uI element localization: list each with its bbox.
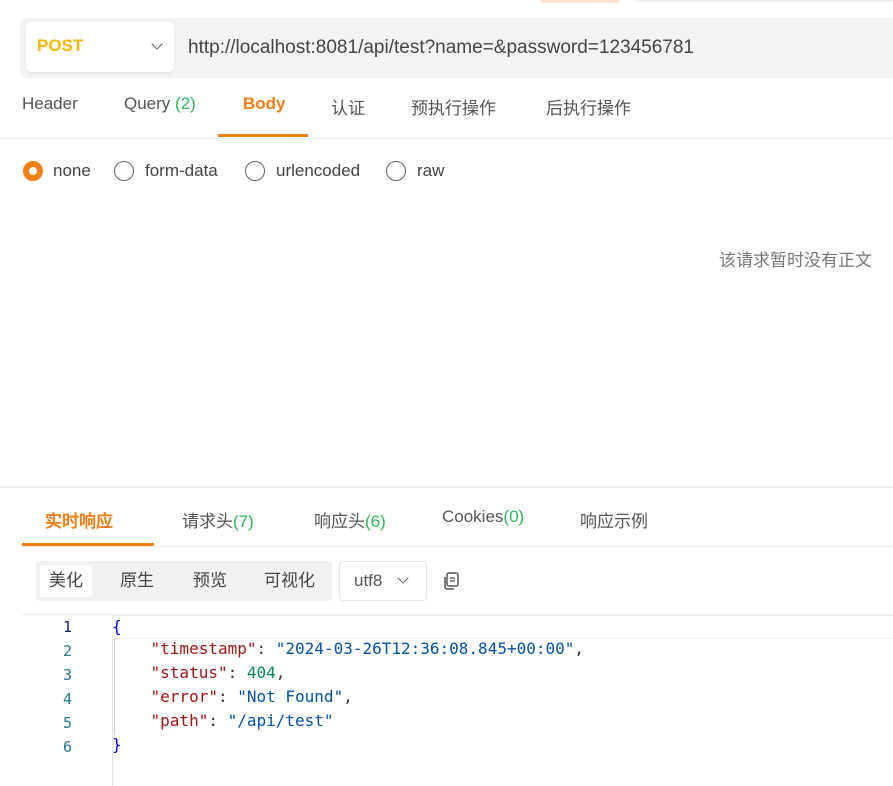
radio-form-data-label[interactable]: form-data: [145, 161, 218, 181]
tab-query[interactable]: Query (2): [124, 94, 196, 114]
top-decoration: [540, 0, 620, 3]
method-label: POST: [37, 36, 84, 55]
tab-cookies-label: Cookies: [442, 507, 504, 526]
json-key: "status": [150, 663, 228, 682]
url-input[interactable]: http://localhost:8081/api/test?name=&pas…: [188, 37, 694, 59]
encoding-label: utf8: [354, 571, 383, 590]
json-value: "/api/test": [227, 711, 334, 730]
format-preview-button[interactable]: 预览: [184, 565, 236, 597]
tab-header[interactable]: Header: [22, 94, 78, 114]
response-code-viewer[interactable]: 1 2 3 4 5 6 { "timestamp": "2024-03-26T1…: [22, 615, 893, 786]
tab-pre-script[interactable]: 预执行操作: [411, 94, 496, 119]
top-decoration-line: [636, 0, 893, 2]
line-number: 5: [62, 714, 72, 732]
line-number: 2: [62, 642, 72, 660]
tab-body[interactable]: Body: [243, 94, 286, 114]
response-tabs: 实时响应 请求头(7) 响应头(6) Cookies(0) 响应示例: [22, 488, 893, 547]
json-key: "error": [150, 687, 218, 706]
format-toggle-group: 美化 原生 预览 可视化: [36, 561, 332, 601]
radio-urlencoded-label[interactable]: urlencoded: [276, 161, 360, 181]
tab-response-example[interactable]: 响应示例: [580, 507, 648, 532]
line-number: 6: [62, 738, 72, 756]
radio-none-label[interactable]: none: [53, 161, 91, 181]
chevron-down-icon: [151, 38, 163, 50]
active-response-tab-indicator: [22, 543, 154, 546]
empty-body-message: 该请求暂时没有正文: [719, 251, 872, 271]
tab-cookies[interactable]: Cookies(0): [442, 507, 524, 527]
tab-post-script[interactable]: 后执行操作: [546, 94, 631, 119]
tab-auth[interactable]: 认证: [331, 94, 365, 119]
radio-raw[interactable]: [386, 161, 406, 181]
tab-query-label: Query: [124, 94, 171, 113]
code-line: "status": 404,: [150, 663, 286, 682]
request-tabs: Header Query (2) Body 认证 预执行操作 后执行操作: [0, 86, 893, 139]
tab-response-headers-label: 响应头: [314, 512, 365, 531]
code-line: "error": "Not Found",: [150, 687, 353, 706]
json-key: "path": [150, 711, 209, 730]
line-number: 4: [62, 690, 72, 708]
code-line: }: [112, 735, 122, 754]
tab-request-headers[interactable]: 请求头(7): [182, 507, 254, 532]
code-line: "timestamp": "2024-03-26T12:36:08.845+00…: [150, 639, 585, 658]
active-tab-indicator: [218, 134, 308, 137]
tab-response-headers-count: (6): [365, 512, 386, 531]
json-close-brace: }: [112, 735, 122, 754]
tab-live-response[interactable]: 实时响应: [45, 507, 113, 532]
json-value: "Not Found": [237, 687, 344, 706]
radio-form-data[interactable]: [114, 161, 134, 181]
code-line: "path": "/api/test": [150, 711, 334, 730]
line-number: 3: [62, 666, 72, 684]
tab-response-headers[interactable]: 响应头(6): [314, 507, 386, 532]
method-select[interactable]: POST: [26, 22, 174, 72]
copy-icon[interactable]: [441, 571, 461, 591]
url-bar: POST http://localhost:8081/api/test?name…: [20, 18, 893, 78]
json-key: "timestamp": [150, 639, 257, 658]
encoding-select[interactable]: utf8: [339, 561, 427, 601]
json-open-brace: {: [112, 617, 122, 636]
tab-request-headers-label: 请求头: [182, 512, 233, 531]
tab-request-headers-count: (7): [233, 512, 254, 531]
tab-cookies-count: (0): [503, 507, 525, 526]
chevron-down-icon: [397, 572, 409, 584]
line-number-gutter: 1 2 3 4 5 6: [22, 615, 113, 786]
json-value: "2024-03-26T12:36:08.845+00:00": [275, 639, 575, 658]
format-visualize-button[interactable]: 可视化: [255, 565, 324, 597]
line-number: 1: [62, 618, 72, 636]
radio-none[interactable]: [23, 161, 43, 181]
format-raw-button[interactable]: 原生: [111, 565, 163, 597]
radio-raw-label[interactable]: raw: [417, 161, 444, 181]
body-type-radios: none form-data urlencoded raw: [0, 158, 893, 188]
format-pretty-button[interactable]: 美化: [40, 565, 92, 597]
tab-query-count: (2): [175, 94, 196, 113]
code-line: {: [112, 615, 893, 639]
json-value: 404: [246, 663, 276, 682]
radio-urlencoded[interactable]: [245, 161, 265, 181]
